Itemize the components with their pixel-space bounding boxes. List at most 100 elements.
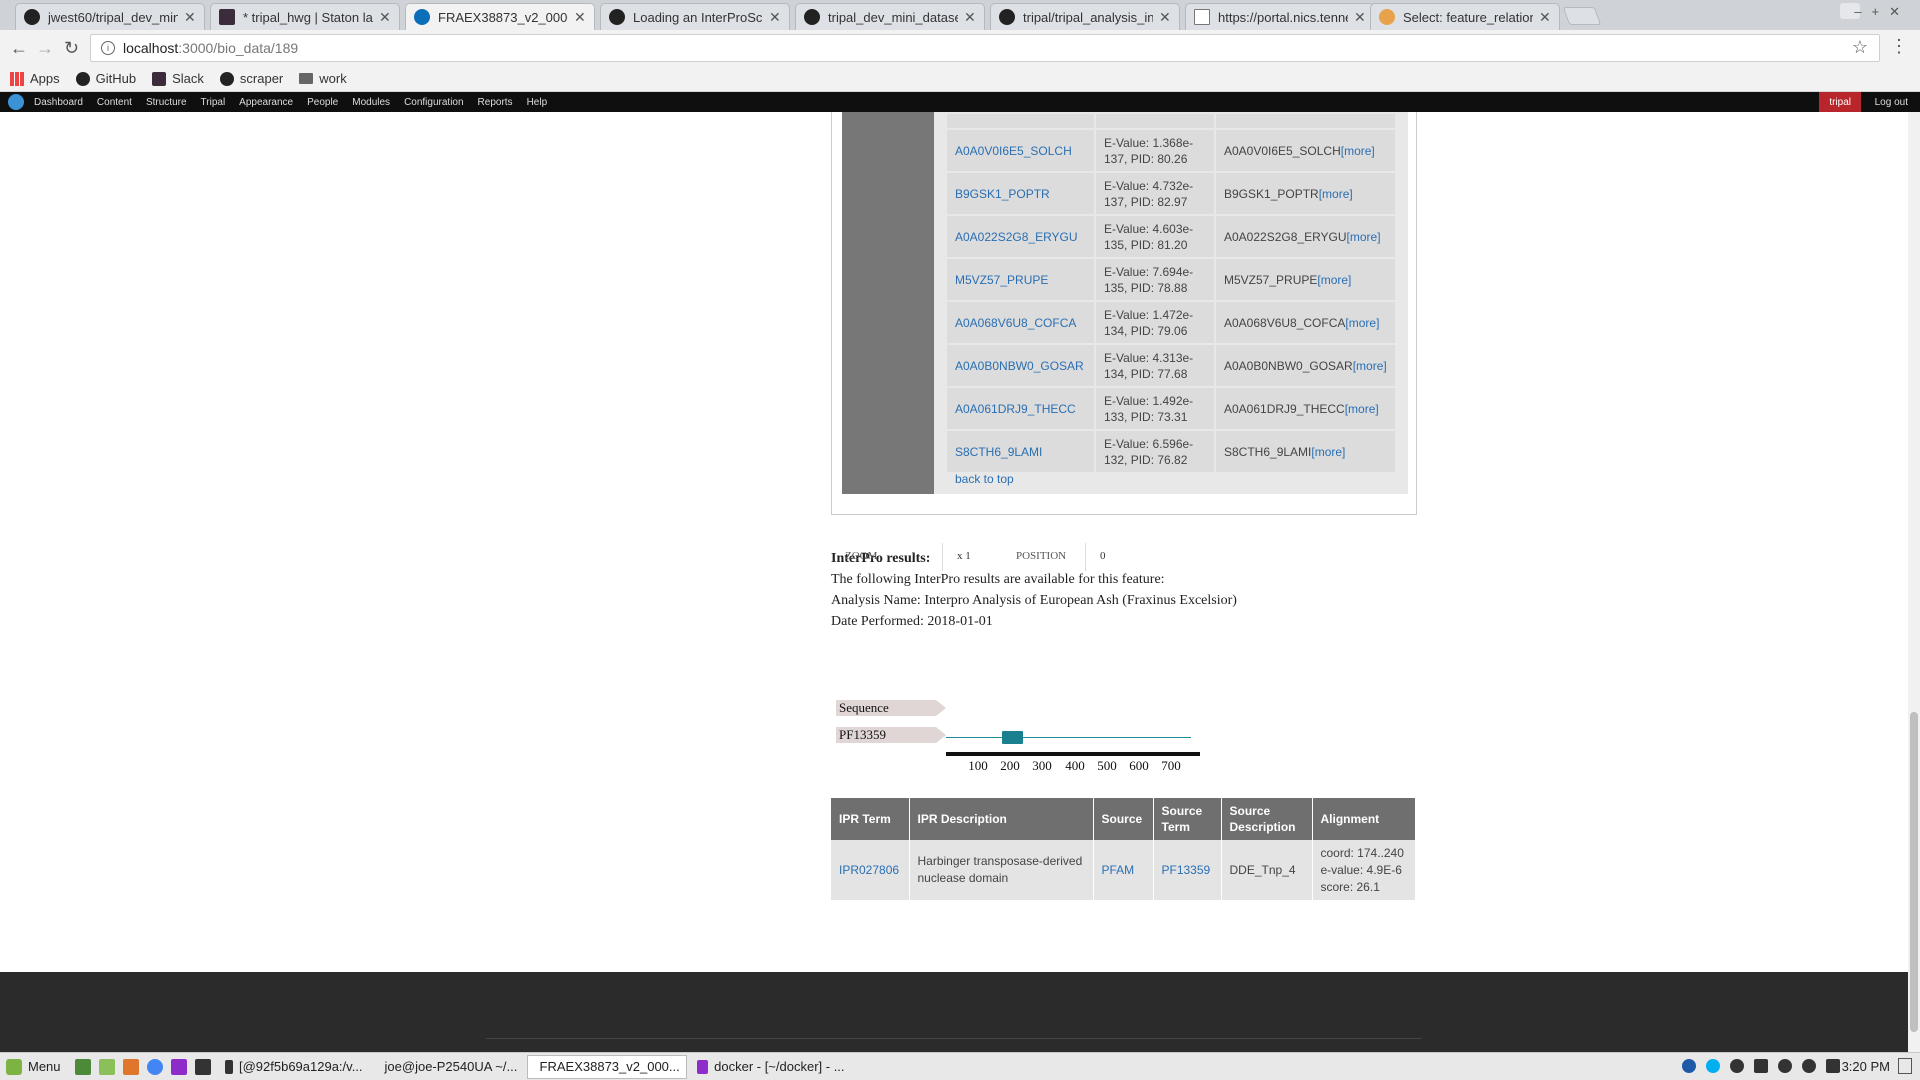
show-desktop-button[interactable] — [1898, 1058, 1912, 1074]
close-icon[interactable]: ✕ — [184, 9, 196, 26]
more-link[interactable]: [more] — [1347, 230, 1381, 244]
hit-link[interactable]: A0A0B0NBW0_GOSAR — [947, 345, 1094, 386]
scrollbar-thumb[interactable] — [1910, 712, 1918, 1032]
files-icon[interactable] — [98, 1058, 115, 1075]
start-menu-button[interactable]: Menu — [0, 1058, 61, 1075]
close-icon[interactable]: ✕ — [574, 9, 586, 26]
slack-icon — [219, 9, 235, 25]
admin-menu-help[interactable]: Help — [527, 97, 548, 108]
reload-icon[interactable]: ↻ — [64, 38, 79, 59]
clipboard-icon[interactable] — [1754, 1059, 1768, 1073]
alignment-score: score: 26.1 — [1320, 879, 1380, 894]
forward-arrow-icon[interactable]: → — [36, 38, 54, 59]
url-path: :3000/bio_data/189 — [178, 40, 299, 56]
address-bar[interactable]: i localhost :3000/bio_data/189 — [90, 34, 1880, 62]
bookmark-star-icon[interactable]: ☆ — [1852, 37, 1868, 58]
shield-icon[interactable] — [1682, 1059, 1696, 1073]
task-terminal-2[interactable]: joe@joe-P2540UA ~/... — [373, 1055, 523, 1079]
more-link[interactable]: [more] — [1311, 445, 1345, 459]
admin-menu-dashboard[interactable]: Dashboard — [34, 97, 83, 108]
admin-menu-appearance[interactable]: Appearance — [239, 97, 293, 108]
task-phpstorm[interactable]: docker - [~/docker] - ... — [691, 1055, 851, 1079]
admin-menu-content[interactable]: Content — [97, 97, 132, 108]
github-icon — [75, 71, 90, 86]
admin-menu-reports[interactable]: Reports — [478, 97, 513, 108]
track-label-pf13359: PF13359 — [836, 727, 946, 743]
hit-evalue: E-Value: 1.472e- 134, PID: 79.06 — [1096, 302, 1214, 343]
tab-interproscan[interactable]: Loading an InterProScan ✕ — [600, 3, 790, 30]
firefox-icon[interactable] — [122, 1058, 139, 1075]
info-icon[interactable]: i — [101, 41, 115, 55]
hit-link[interactable]: B9GSK1_POPTR — [947, 173, 1094, 214]
axis-tick-label: 500 — [1097, 758, 1117, 773]
task-terminal-1[interactable]: [@92f5b69a129a:/v... — [219, 1055, 369, 1079]
chrome-icon[interactable] — [146, 1058, 163, 1075]
zoom-value[interactable]: x 1 — [957, 550, 971, 562]
close-icon[interactable]: ✕ — [1159, 9, 1171, 26]
hit-link[interactable]: A0A0V0I6E5_SOLCH — [947, 130, 1094, 171]
hit-link[interactable]: S8CTH6_9LAMI — [947, 431, 1094, 472]
bluetooth-icon[interactable] — [1730, 1059, 1744, 1073]
skype-icon[interactable] — [1706, 1059, 1720, 1073]
source-link[interactable]: PFAM — [1093, 840, 1154, 900]
tab-mini-dataset[interactable]: tripal_dev_mini_dataset ✕ — [795, 3, 985, 30]
back-arrow-icon[interactable]: ← — [10, 38, 28, 59]
tab-fraex-active[interactable]: FRAEX38873_v2_00000 ✕ — [405, 3, 595, 30]
bookmark-slack[interactable]: Slack — [152, 71, 204, 86]
bookmark-scraper[interactable]: scraper — [219, 71, 283, 86]
new-tab-button[interactable] — [1562, 7, 1602, 25]
close-icon[interactable]: ✕ — [964, 9, 976, 26]
battery-icon[interactable] — [1826, 1059, 1840, 1073]
vertical-scrollbar[interactable] — [1908, 112, 1920, 1052]
bookmark-work[interactable]: work — [299, 71, 347, 86]
bookmark-apps[interactable]: Apps — [10, 71, 60, 86]
interpro-date: Date Performed: 2018-01-01 — [831, 614, 993, 629]
show-desktop-icon[interactable] — [74, 1058, 91, 1075]
column-header: IPR Term — [831, 798, 910, 840]
more-link[interactable]: [more] — [1345, 402, 1379, 416]
admin-user-link[interactable]: tripal — [1819, 92, 1861, 112]
more-link[interactable]: [more] — [1319, 187, 1353, 201]
admin-menu-people[interactable]: People — [307, 97, 338, 108]
drupal-home-icon[interactable] — [8, 94, 24, 110]
tab-jwest60[interactable]: jwest60/tripal_dev_mini ✕ — [15, 3, 205, 30]
task-label: docker - [~/docker] - ... — [714, 1059, 845, 1074]
terminal-icon[interactable] — [194, 1058, 211, 1075]
bookmark-github[interactable]: GitHub — [75, 71, 136, 86]
tab-feature-relation[interactable]: Select: feature_relation ✕ — [1370, 3, 1560, 30]
table-row: S8CTH6_9LAMI E-Value: 6.596e- 132, PID: 7… — [947, 431, 1395, 472]
bookmark-label: Apps — [30, 71, 60, 86]
ipr-term-link[interactable]: IPR027806 — [831, 840, 910, 900]
hit-link[interactable]: A0A061DRJ9_THECC — [947, 388, 1094, 429]
more-link[interactable]: [more] — [1341, 144, 1375, 158]
admin-menu-tripal[interactable]: Tripal — [201, 97, 226, 108]
close-icon[interactable]: ✕ — [769, 9, 781, 26]
window-controls[interactable]: –+✕ — [1854, 4, 1910, 20]
phpstorm-icon[interactable] — [170, 1058, 187, 1075]
close-icon[interactable]: ✕ — [379, 9, 391, 26]
domain-feature-block[interactable] — [1002, 731, 1023, 744]
user-icon[interactable] — [1778, 1059, 1792, 1073]
more-link[interactable]: [more] — [1353, 359, 1387, 373]
hit-link[interactable]: M5VZ57_PRUPE — [947, 259, 1094, 300]
task-label: [@92f5b69a129a:/v... — [238, 1059, 363, 1074]
logout-link[interactable]: Log out — [1875, 92, 1908, 112]
more-link[interactable]: [more] — [1317, 273, 1351, 287]
admin-menu-structure[interactable]: Structure — [146, 97, 187, 108]
source-term-link[interactable]: PF13359 — [1153, 840, 1222, 900]
wifi-icon[interactable] — [1802, 1059, 1816, 1073]
admin-menu-configuration[interactable]: Configuration — [404, 97, 463, 108]
tab-slack[interactable]: * tripal_hwg | Staton lab ✕ — [210, 3, 400, 30]
admin-menu-modules[interactable]: Modules — [352, 97, 390, 108]
tab-portal-nics[interactable]: https://portal.nics.tenne ✕ — [1185, 3, 1375, 30]
task-chrome[interactable]: FRAEX38873_v2_000... — [526, 1054, 687, 1079]
back-to-top-link[interactable]: back to top — [955, 472, 1014, 486]
tab-analysis-interpro[interactable]: tripal/tripal_analysis_in ✕ — [990, 3, 1180, 30]
hit-link[interactable]: A0A022S2G8_ERYGU — [947, 216, 1094, 257]
hit-link[interactable]: A0A068V6U8_COFCA — [947, 302, 1094, 343]
close-icon[interactable]: ✕ — [1539, 9, 1551, 26]
more-vert-icon[interactable]: ⋮ — [1890, 36, 1908, 57]
close-icon[interactable]: ✕ — [1354, 9, 1366, 26]
clock[interactable]: 3:20 PM — [1842, 1059, 1890, 1074]
more-link[interactable]: [more] — [1345, 316, 1379, 330]
